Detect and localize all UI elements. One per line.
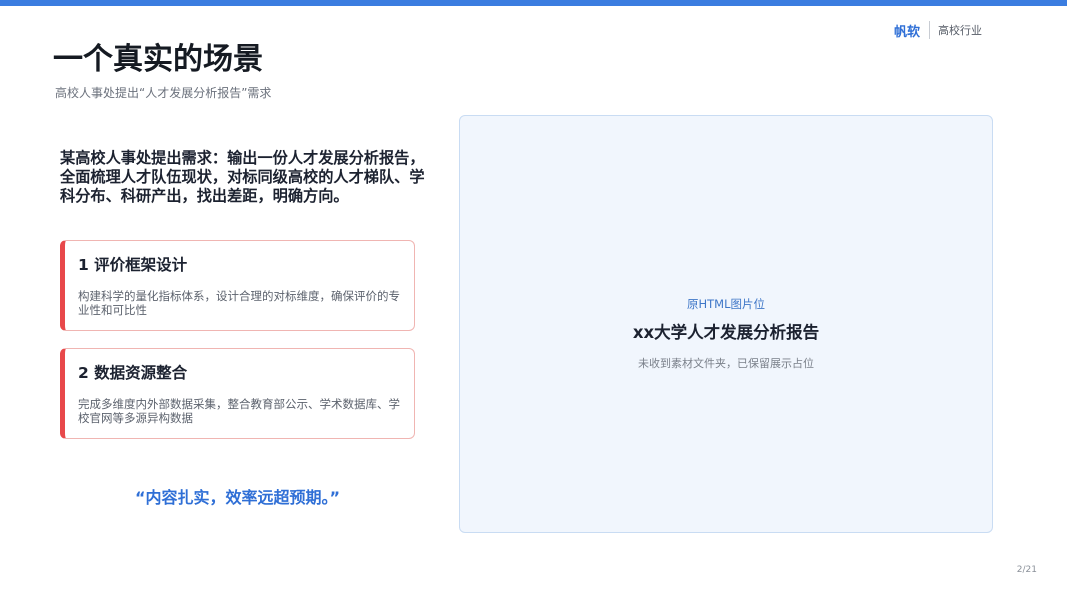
page-number: 2/21 xyxy=(1016,565,1037,575)
brand-divider xyxy=(929,21,930,39)
image-placeholder: 原HTML图片位 xx大学人才发展分析报告 未收到素材文件夹，已保留展示占位 xyxy=(459,115,993,533)
intro-paragraph: 某高校人事处提出需求：输出一份人才发展分析报告，全面梳理人才队伍现状，对标同级高… xyxy=(60,149,425,205)
card-evaluation-framework: 1 评价框架设计 构建科学的量化指标体系，设计合理的对标维度，确保评价的专业性和… xyxy=(60,240,415,331)
top-accent-bar xyxy=(0,0,1067,6)
card-text: 完成多维度内外部数据采集，整合教育部公示、学术数据库、学校官网等多源异构数据 xyxy=(78,397,400,425)
card-title: 2 数据资源整合 xyxy=(78,364,188,382)
page-subtitle: 高校人事处提出“人才发展分析报告”需求 xyxy=(55,86,272,100)
page-title: 一个真实的场景 xyxy=(53,42,263,77)
brand-industry-label: 高校行业 xyxy=(938,24,982,37)
card-text: 构建科学的量化指标体系，设计合理的对标维度，确保评价的专业性和可比性 xyxy=(78,289,400,317)
placeholder-label: 原HTML图片位 xyxy=(686,297,765,311)
testimonial-quote: “内容扎实，效率远超预期。” xyxy=(134,488,341,507)
brand-logo-text: 帆软 xyxy=(893,24,920,40)
placeholder-title: xx大学人才发展分析报告 xyxy=(632,323,820,342)
brand-header: 帆软 高校行业 xyxy=(894,19,982,41)
card-data-integration: 2 数据资源整合 完成多维度内外部数据采集，整合教育部公示、学术数据库、学校官网… xyxy=(60,348,415,439)
placeholder-note: 未收到素材文件夹，已保留展示占位 xyxy=(638,357,814,370)
card-title: 1 评价框架设计 xyxy=(78,256,188,274)
